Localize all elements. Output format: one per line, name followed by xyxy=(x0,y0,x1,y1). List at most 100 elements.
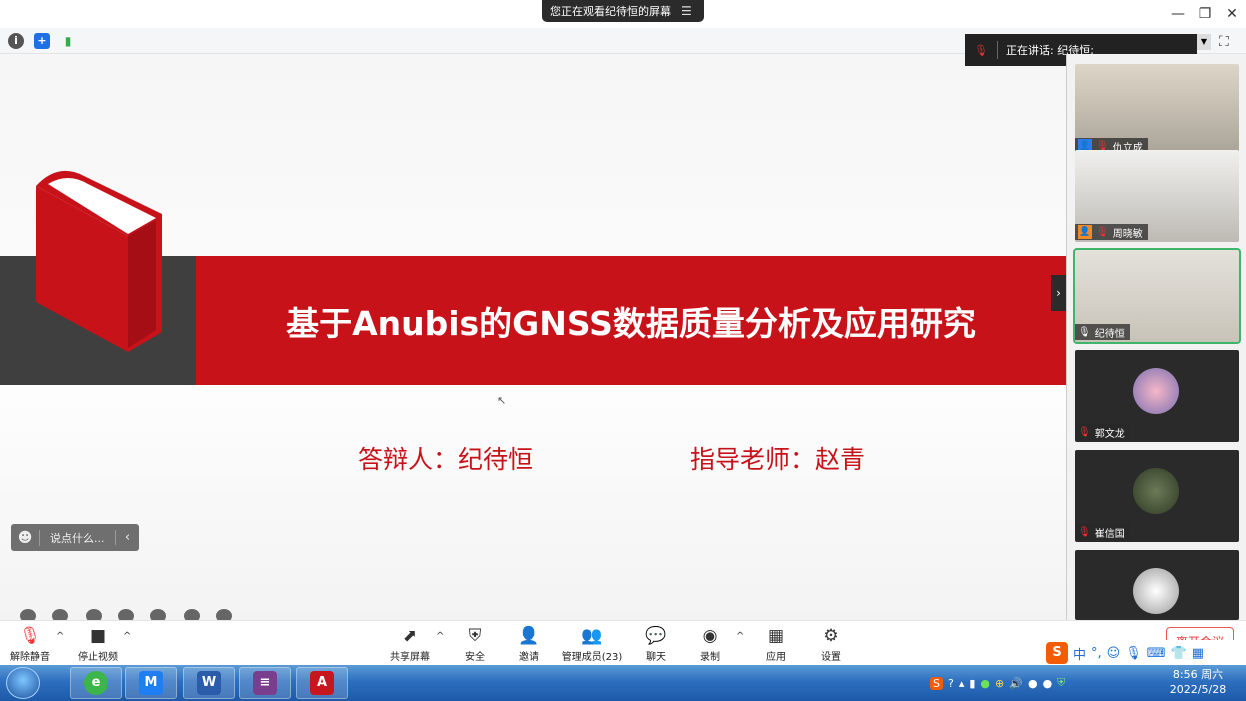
record-button[interactable]: ◉ 录制 xyxy=(697,623,723,663)
participant-tile[interactable] xyxy=(1075,550,1239,620)
shield-icon[interactable]: + xyxy=(34,33,50,49)
apps-button[interactable]: ▦ 应用 xyxy=(763,623,789,663)
toolbox-icon[interactable]: ▦ xyxy=(1192,646,1204,661)
participant-tile[interactable]: 👤 🎙 周晓敏 xyxy=(1075,150,1239,242)
keyboard-icon[interactable]: ⌨ xyxy=(1147,646,1166,661)
taskbar-browser[interactable]: e xyxy=(70,667,122,699)
chat-button[interactable]: 💬 聊天 xyxy=(643,623,669,663)
participant-panel: 👤 🎙 仇立成 👤 🎙 周晓敏 🎙 纪待恒 🎙 郭文龙 🎙 崔信国 xyxy=(1066,54,1246,620)
participant-name: 周晓敏 xyxy=(1112,228,1143,240)
sogou-tray-icon[interactable]: S xyxy=(930,676,943,690)
browser-icon: e xyxy=(84,671,108,695)
emoji-icon[interactable]: ☻ xyxy=(11,530,39,546)
clock-time: 8:56 周六 xyxy=(1172,668,1224,681)
security-button[interactable]: ⛨ 安全 xyxy=(462,623,488,663)
collapse-chevron-icon[interactable]: ‹ xyxy=(115,530,139,545)
help-icon[interactable]: ? xyxy=(948,677,954,690)
gear-icon: ⚙ xyxy=(823,626,839,646)
skin-icon[interactable]: 👕 xyxy=(1171,646,1187,661)
play-tool-icon[interactable] xyxy=(52,609,68,620)
slide-defender: 答辩人：纪待恒 xyxy=(358,445,534,474)
book-icon xyxy=(36,170,162,352)
tencent-meeting-icon: M xyxy=(139,671,163,695)
muted-mic-icon: 🎙 xyxy=(1078,426,1091,438)
menu-icon[interactable]: ☰ xyxy=(681,4,692,18)
notes-tool-icon[interactable] xyxy=(184,609,200,620)
green-circle-icon[interactable]: ● xyxy=(980,677,990,690)
security-label: 安全 xyxy=(465,652,485,663)
video-options-chevron-icon[interactable]: ^ xyxy=(123,631,131,642)
more-tool-icon[interactable] xyxy=(216,609,232,620)
info-icon[interactable]: i xyxy=(8,33,24,49)
security-tray-icon[interactable]: ⛨ xyxy=(1057,676,1065,690)
taskbar-clock[interactable]: 8:56 周六 2022/5/28 xyxy=(1166,667,1230,699)
manage-members-button[interactable]: 👥 管理成员(23) xyxy=(560,623,624,663)
share-options-chevron-icon[interactable]: ^ xyxy=(436,631,444,642)
avatar xyxy=(1133,468,1179,514)
punctuation-icon[interactable]: °, xyxy=(1091,646,1102,661)
participant-tile[interactable]: 🎙 崔信国 xyxy=(1075,450,1239,542)
settings-button[interactable]: ⚙ 设置 xyxy=(818,623,844,663)
ime-toolbar[interactable]: S 中 °, ☺ 🎙 ⌨ 👕 ▦ xyxy=(1040,640,1246,666)
user-icon: 👤 xyxy=(1078,225,1092,239)
participant-name-tag: 👤 🎙 周晓敏 xyxy=(1075,224,1148,240)
stop-video-button[interactable]: ■ 停止视频 xyxy=(76,623,120,663)
invite-button[interactable]: 👤 邀请 xyxy=(516,623,542,663)
slide-advisor: 指导老师：赵青 xyxy=(690,445,866,474)
plus-circle-icon[interactable]: ⊕ xyxy=(995,677,1004,690)
slide-title: 基于Anubis的GNSS数据质量分析及应用研究 xyxy=(286,303,976,343)
manage-members-label: 管理成员(23) xyxy=(561,652,623,663)
share-banner-label: 您正在观看纪待恒的屏幕 xyxy=(550,5,671,18)
network-icon[interactable]: ▮ xyxy=(969,677,975,690)
restore-button[interactable]: ❐ xyxy=(1195,4,1215,24)
record-options-chevron-icon[interactable]: ^ xyxy=(736,631,744,642)
participant-tile-active[interactable]: 🎙 纪待恒 xyxy=(1073,248,1241,344)
muted-mic-icon: 🎙 xyxy=(974,43,988,57)
view-dropdown-button[interactable]: ▼ xyxy=(1197,34,1211,50)
chat-input[interactable]: 说点什么... xyxy=(39,529,115,546)
chat-input-bar[interactable]: ☻ 说点什么... ‹ xyxy=(11,524,139,551)
settings-label: 设置 xyxy=(821,652,841,663)
fullscreen-icon[interactable]: ⛶ xyxy=(1219,34,1229,50)
participant-name-tag: 🎙 崔信国 xyxy=(1075,524,1130,540)
apps-label: 应用 xyxy=(766,652,786,663)
pen-tool-icon[interactable] xyxy=(86,609,102,620)
voice-icon[interactable]: 🎙 xyxy=(1125,646,1142,661)
chevron-up-icon[interactable]: ▴ xyxy=(959,677,965,690)
taskbar-acrobat[interactable]: A xyxy=(296,667,348,699)
stop-video-label: 停止视频 xyxy=(78,652,118,663)
ime-language[interactable]: 中 xyxy=(1073,644,1086,663)
participant-name-tag: 🎙 纪待恒 xyxy=(1075,324,1130,340)
audio-options-chevron-icon[interactable]: ^ xyxy=(56,631,64,642)
taskbar-winrar[interactable]: ≡ xyxy=(239,667,291,699)
participant-tile[interactable]: 🎙 郭文龙 xyxy=(1075,350,1239,442)
share-banner[interactable]: 您正在观看纪待恒的屏幕 ☰ xyxy=(542,0,704,22)
minimize-button[interactable]: — xyxy=(1168,4,1188,24)
annotation-tool-icon[interactable] xyxy=(20,609,36,620)
taskbar-tencent-meeting[interactable]: M xyxy=(125,667,177,699)
taskbar-word[interactable]: W xyxy=(183,667,235,699)
record-icon: ◉ xyxy=(702,626,718,646)
video-camera-icon: ■ xyxy=(89,626,107,646)
screenshot-tool-icon[interactable] xyxy=(118,609,134,620)
close-button[interactable]: ✕ xyxy=(1222,4,1242,24)
mic-icon: 🎙 xyxy=(1078,326,1091,338)
share-screen-button[interactable]: ⬈ 共享屏幕 xyxy=(388,623,432,663)
record-label: 录制 xyxy=(700,652,720,663)
unmute-label: 解除静音 xyxy=(10,652,50,663)
signal-icon[interactable]: ▮ xyxy=(60,33,76,49)
unmute-button[interactable]: 🎙 解除静音 xyxy=(10,623,50,663)
mouse-cursor-icon: ↖ xyxy=(497,394,507,407)
expand-panel-button[interactable]: › xyxy=(1051,275,1066,311)
start-button[interactable] xyxy=(6,667,40,699)
participant-tile[interactable]: 👤 🎙 仇立成 xyxy=(1075,64,1239,156)
qq-icon-2[interactable]: ● xyxy=(1043,677,1053,690)
qq-icon[interactable]: ● xyxy=(1028,677,1038,690)
share-screen-label: 共享屏幕 xyxy=(390,652,430,663)
volume-icon[interactable]: 🔊 xyxy=(1009,677,1023,690)
chat-label: 聊天 xyxy=(646,652,666,663)
camera-tool-icon[interactable] xyxy=(150,609,166,620)
sogou-icon[interactable]: S xyxy=(1046,642,1068,664)
emoji-icon[interactable]: ☺ xyxy=(1107,646,1121,661)
muted-mic-icon: 🎙 xyxy=(1078,526,1091,538)
